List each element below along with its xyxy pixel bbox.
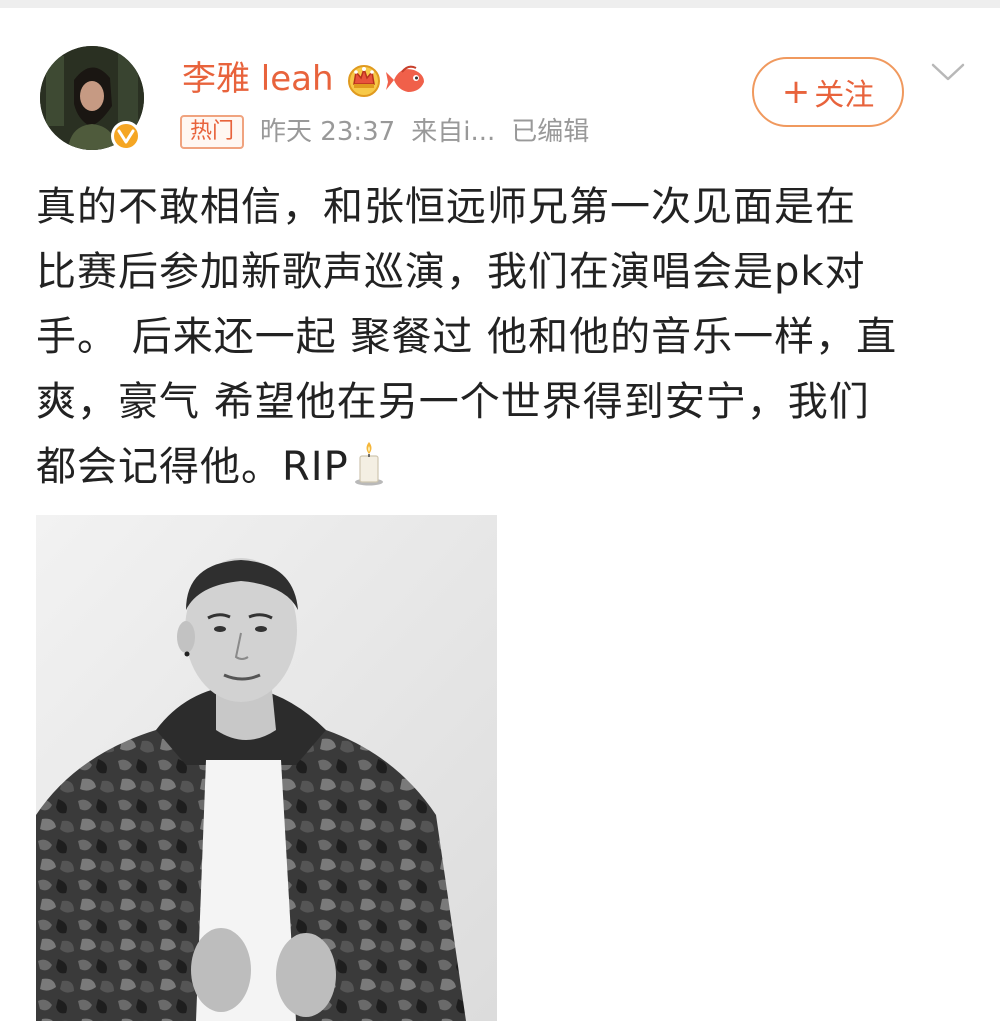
post-text-line: 真的不敢相信，和张恒远师兄第一次见面是在 <box>36 184 856 230</box>
candle-icon <box>354 442 383 486</box>
post-source[interactable]: 来自i... <box>411 113 495 151</box>
author-name[interactable]: 李雅 leah <box>182 56 334 102</box>
verified-badge-icon <box>111 121 141 151</box>
post-text-line: 手。 后来还一起 聚餐过 他和他的音乐一样，直 <box>36 314 898 360</box>
post-text-line: 都会记得他。RIP <box>36 444 349 490</box>
hot-badge: 热门 <box>180 115 245 149</box>
fish-icon <box>386 65 424 92</box>
plus-icon: + <box>781 72 811 112</box>
follow-button[interactable]: + 关注 <box>752 57 904 127</box>
top-divider <box>0 0 1000 8</box>
chevron-down-icon[interactable] <box>930 60 966 84</box>
crown-icon <box>348 65 380 97</box>
post-time: 昨天 23:37 <box>260 117 396 147</box>
post-text-line-last: 都会记得他。RIP <box>36 435 970 500</box>
post-image[interactable] <box>36 515 497 1021</box>
post-meta: 热门 昨天 23:37 来自i... 已编辑 <box>180 113 605 151</box>
post-text-line: 比赛后参加新歌声巡演，我们在演唱会是pk对 <box>36 249 866 295</box>
post-body: 真的不敢相信，和张恒远师兄第一次见面是在 比赛后参加新歌声巡演，我们在演唱会是p… <box>36 175 970 500</box>
follow-button-label: 关注 <box>814 78 875 113</box>
edited-label[interactable]: 已编辑 <box>511 113 589 151</box>
post-text-line: 爽，豪气 希望他在另一个世界得到安宁，我们 <box>36 379 870 425</box>
